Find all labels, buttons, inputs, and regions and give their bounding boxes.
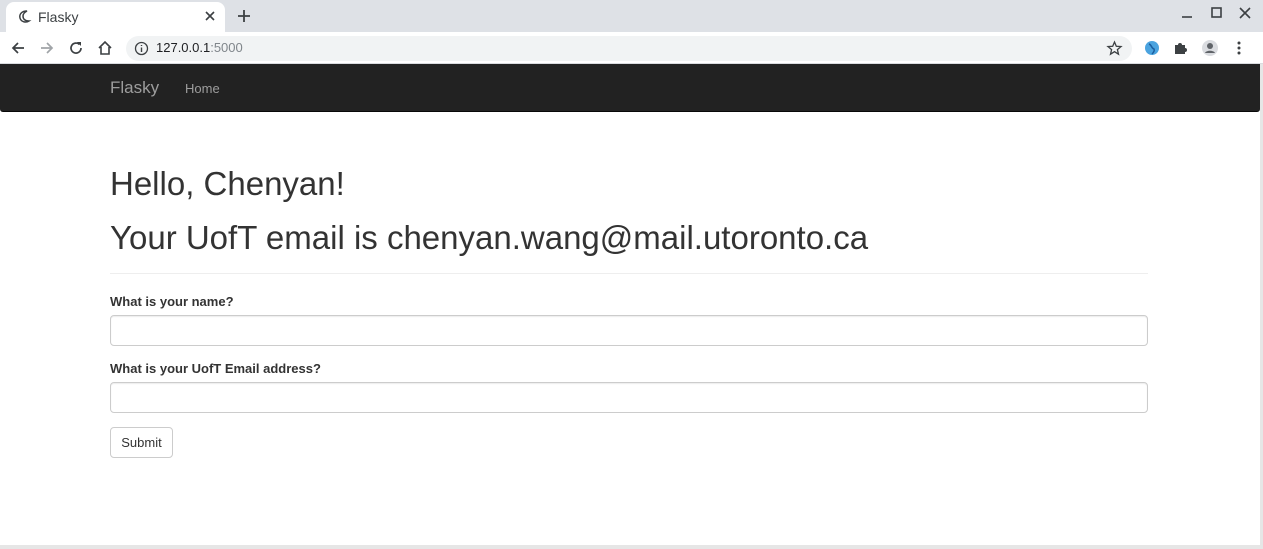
email-heading: Your UofT email is chenyan.wang@mail.uto…	[110, 219, 869, 256]
flask-favicon-icon	[19, 10, 32, 23]
menu-dots-icon[interactable]	[1230, 39, 1248, 57]
close-window-icon[interactable]	[1237, 5, 1253, 21]
home-icon[interactable]	[96, 39, 114, 57]
minimize-icon[interactable]	[1179, 5, 1195, 21]
name-label: What is your name?	[110, 294, 234, 309]
name-input[interactable]	[110, 315, 1148, 346]
url-port: :5000	[210, 40, 243, 55]
navbar: Flasky Home	[0, 64, 1260, 112]
reload-icon[interactable]	[67, 39, 85, 57]
url-host: 127.0.0.1	[156, 40, 211, 55]
back-icon[interactable]	[9, 39, 27, 57]
browser-toolbar: 127.0.0.1:5000	[0, 32, 1263, 64]
info-icon[interactable]	[134, 41, 149, 56]
close-tab-icon[interactable]	[202, 8, 218, 24]
address-bar[interactable]: 127.0.0.1:5000	[126, 36, 1132, 61]
extensions-puzzle-icon[interactable]	[1172, 39, 1190, 57]
browser-tab[interactable]: Flasky	[6, 2, 225, 32]
maximize-icon[interactable]	[1208, 5, 1224, 21]
url-text: 127.0.0.1:5000	[156, 40, 243, 55]
extension-globe-icon[interactable]	[1143, 39, 1161, 57]
submit-button[interactable]: Submit	[110, 427, 173, 458]
nav-home-link[interactable]: Home	[185, 81, 220, 96]
new-tab-icon[interactable]	[234, 6, 254, 26]
email-label: What is your UofT Email address?	[110, 361, 321, 376]
tab-strip: Flasky	[0, 0, 1263, 32]
email-input[interactable]	[110, 382, 1148, 413]
greeting-heading: Hello, Chenyan!	[110, 165, 345, 202]
page-bottom-edge	[0, 545, 1263, 549]
navbar-brand[interactable]: Flasky	[110, 78, 159, 98]
forward-icon[interactable]	[38, 39, 56, 57]
profile-avatar-icon[interactable]	[1201, 39, 1219, 57]
tab-title: Flasky	[38, 9, 79, 25]
bookmark-star-icon[interactable]	[1106, 40, 1123, 57]
header-divider	[110, 273, 1148, 274]
